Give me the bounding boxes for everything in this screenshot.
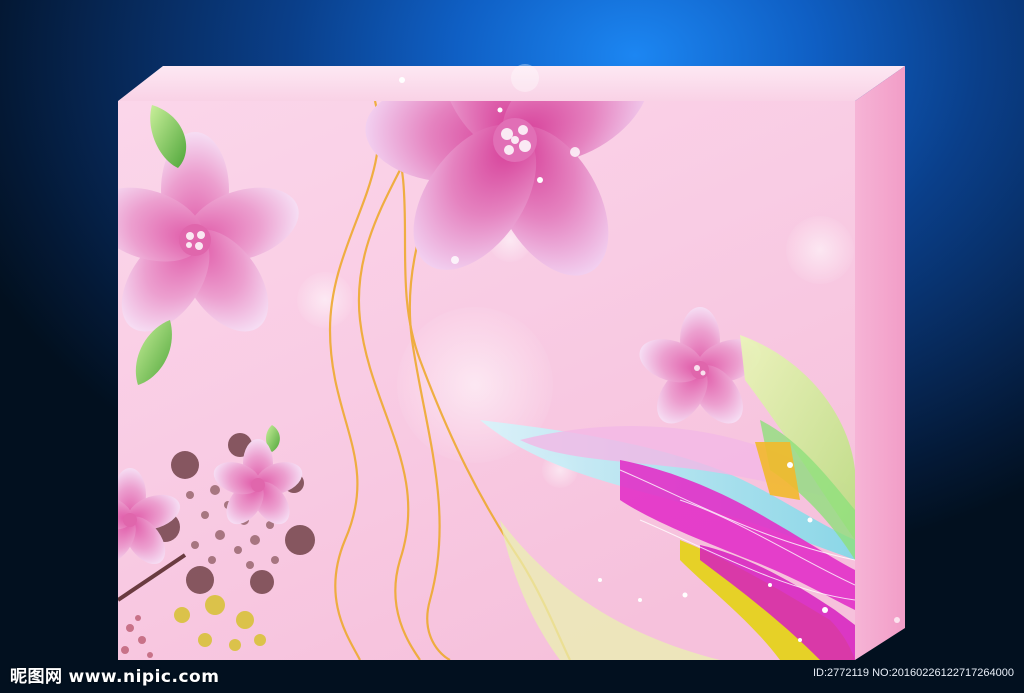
box-top-face	[118, 66, 905, 101]
artwork-canvas	[118, 64, 905, 660]
image-id-label: ID:2772119 NO:20160226122717264000	[812, 667, 1014, 679]
watermark-site: www.nipic.com	[68, 667, 220, 687]
box-side-face	[855, 66, 905, 660]
watermark: 昵图网 www.nipic.com	[10, 662, 219, 687]
watermark-brand: 昵图网	[10, 667, 63, 687]
